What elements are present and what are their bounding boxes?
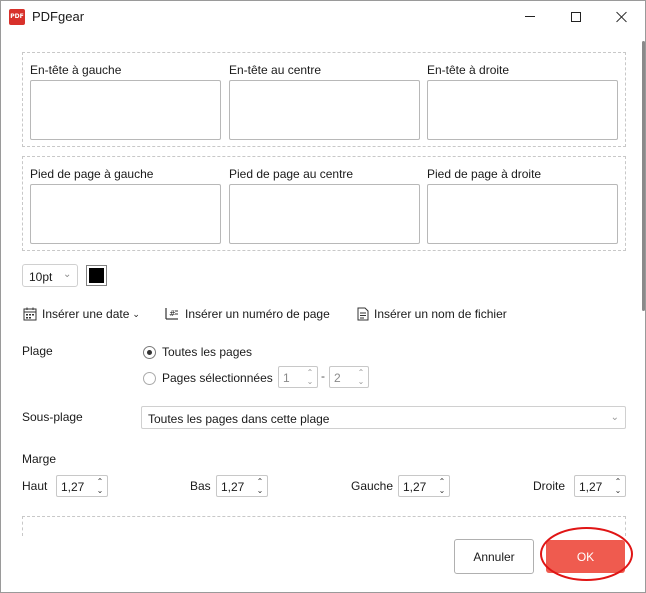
chevron-down-icon[interactable]: ⌄ <box>255 486 265 495</box>
header-right-input[interactable] <box>427 80 618 140</box>
stepper-arrows: ⌃ ⌄ <box>613 477 623 495</box>
insert-date-label: Insérer une date <box>42 307 130 321</box>
range-to-value: 2 <box>334 371 341 385</box>
close-button[interactable] <box>599 1 645 32</box>
chevron-down-icon[interactable]: ⌄ <box>437 486 447 495</box>
footer-center-input[interactable] <box>229 184 420 244</box>
chevron-down-icon: ⌄ <box>63 269 72 280</box>
footer-right-label: Pied de page à droite <box>427 167 542 181</box>
stepper-arrows: ⌃ ⌄ <box>356 368 366 386</box>
margin-top-value: 1,27 <box>61 480 85 494</box>
scrollbar-thumb[interactable] <box>642 41 645 311</box>
radio-unchecked-icon <box>143 371 156 385</box>
margin-top-stepper[interactable]: 1,27 ⌃ ⌄ <box>56 475 108 497</box>
font-size-select[interactable]: 10pt ⌄ <box>22 264 78 287</box>
subrange-label: Sous-plage <box>22 410 83 424</box>
file-icon <box>357 307 369 321</box>
header-left-input[interactable] <box>30 80 221 140</box>
header-right-label: En-tête à droite <box>427 63 510 77</box>
margin-title: Marge <box>22 452 57 466</box>
pdfgear-logo-icon: PDF <box>9 9 25 25</box>
color-swatch-fill <box>89 268 104 283</box>
margin-right-label: Droite <box>533 479 566 493</box>
range-to-stepper[interactable]: 2 ⌃ ⌄ <box>329 366 369 388</box>
range-separator: - <box>321 369 325 383</box>
header-left-label: En-tête à gauche <box>30 63 122 77</box>
text-color-picker[interactable] <box>86 265 107 286</box>
stepper-arrows: ⌃ ⌄ <box>305 368 315 386</box>
range-label: Plage <box>22 344 53 358</box>
footer-right-input[interactable] <box>427 184 618 244</box>
margin-right-stepper[interactable]: 1,27 ⌃ ⌄ <box>574 475 626 497</box>
maximize-button[interactable] <box>553 1 599 32</box>
chevron-up-icon[interactable]: ⌃ <box>305 368 315 377</box>
chevron-down-icon: ⌄ <box>610 412 619 423</box>
stepper-arrows: ⌃ ⌄ <box>255 477 265 495</box>
header-group: En-tête à gauche En-tête au centre En-tê… <box>22 52 626 147</box>
margin-bottom-label: Bas <box>190 479 211 493</box>
radio-checked-icon <box>143 345 156 359</box>
insert-date-button[interactable]: Insérer une date ⌄ <box>23 306 140 322</box>
chevron-down-icon[interactable]: ⌄ <box>305 377 315 386</box>
margin-bottom-value: 1,27 <box>221 480 245 494</box>
minimize-button[interactable] <box>507 1 553 32</box>
minimize-icon <box>525 16 535 17</box>
chevron-up-icon[interactable]: ⌃ <box>95 477 105 486</box>
subrange-value: Toutes les pages dans cette plage <box>148 412 330 426</box>
footer-left-label: Pied de page à gauche <box>30 167 154 181</box>
insert-page-number-button[interactable]: # Insérer un numéro de page <box>164 306 330 322</box>
margin-right-value: 1,27 <box>579 480 603 494</box>
dialog-window: PDF PDFgear En-tête à gauche En-tête au … <box>0 0 646 593</box>
title-bar: PDF PDFgear <box>1 1 645 32</box>
header-center-input[interactable] <box>229 80 420 140</box>
all-pages-radio[interactable]: Toutes les pages <box>143 344 252 360</box>
footer-group: Pied de page à gauche Pied de page au ce… <box>22 156 626 251</box>
subrange-select[interactable]: Toutes les pages dans cette plage ⌄ <box>141 406 626 429</box>
margin-left-label: Gauche <box>351 479 394 493</box>
stepper-arrows: ⌃ ⌄ <box>437 477 447 495</box>
insert-filename-button[interactable]: Insérer un nom de fichier <box>357 306 507 322</box>
window-title: PDFgear <box>32 9 85 24</box>
header-center-label: En-tête au centre <box>229 63 322 77</box>
calendar-icon <box>23 307 37 321</box>
chevron-up-icon[interactable]: ⌃ <box>255 477 265 486</box>
close-icon <box>616 11 628 23</box>
ok-label: OK <box>576 549 595 564</box>
maximize-icon <box>571 11 581 22</box>
margin-bottom-stepper[interactable]: 1,27 ⌃ ⌄ <box>216 475 268 497</box>
chevron-down-icon: ⌄ <box>132 308 140 319</box>
margin-left-stepper[interactable]: 1,27 ⌃ ⌄ <box>398 475 450 497</box>
range-from-value: 1 <box>283 371 290 385</box>
selected-pages-radio[interactable]: Pages sélectionnées <box>143 370 273 386</box>
margin-left-value: 1,27 <box>403 480 427 494</box>
chevron-up-icon[interactable]: ⌃ <box>356 368 366 377</box>
all-pages-label: Toutes les pages <box>162 345 253 359</box>
cancel-label: Annuler <box>473 549 515 564</box>
chevron-up-icon[interactable]: ⌃ <box>437 477 447 486</box>
chevron-down-icon[interactable]: ⌄ <box>356 377 366 386</box>
preview-group <box>22 516 626 536</box>
insert-page-number-label: Insérer un numéro de page <box>185 307 330 321</box>
ok-button[interactable]: OK <box>546 540 625 573</box>
svg-text:#: # <box>169 309 176 318</box>
chevron-down-icon[interactable]: ⌄ <box>613 486 623 495</box>
range-from-stepper[interactable]: 1 ⌃ ⌄ <box>278 366 318 388</box>
font-size-value: 10pt <box>29 270 53 284</box>
footer-left-input[interactable] <box>30 184 221 244</box>
margin-top-label: Haut <box>22 479 48 493</box>
cancel-button[interactable]: Annuler <box>454 539 534 574</box>
stepper-arrows: ⌃ ⌄ <box>95 477 105 495</box>
insert-filename-label: Insérer un nom de fichier <box>374 307 507 321</box>
selected-pages-label: Pages sélectionnées <box>162 371 273 385</box>
chevron-down-icon[interactable]: ⌄ <box>95 486 105 495</box>
footer-center-label: Pied de page au centre <box>229 167 354 181</box>
chevron-up-icon[interactable]: ⌃ <box>613 477 623 486</box>
page-number-icon: # <box>165 308 178 320</box>
